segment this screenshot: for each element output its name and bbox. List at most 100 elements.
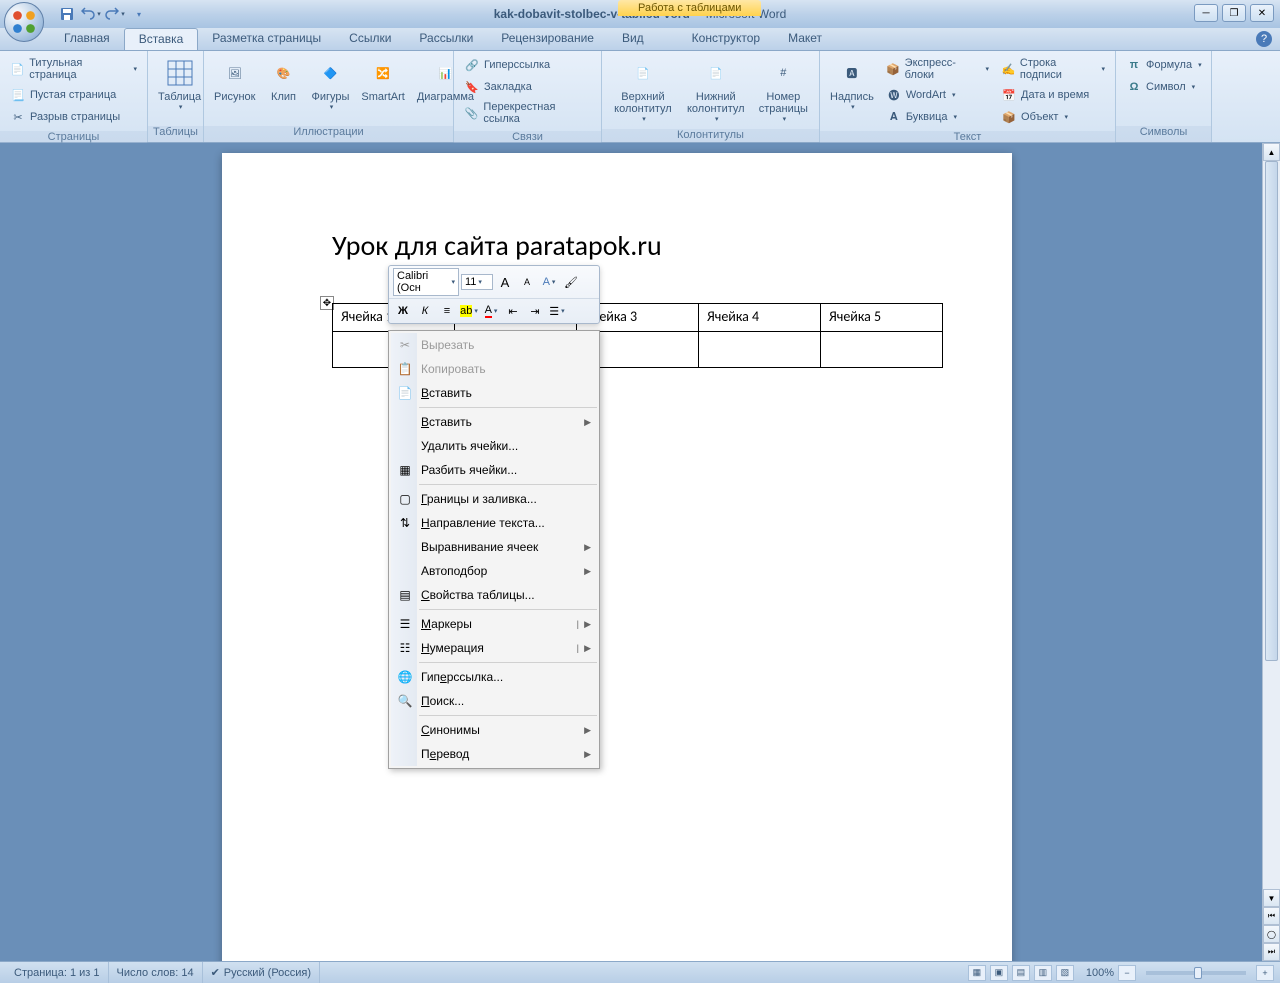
table-cell[interactable] bbox=[821, 332, 943, 368]
office-button[interactable] bbox=[4, 2, 44, 42]
ctx-paste[interactable]: 📄Вставить bbox=[391, 381, 597, 405]
shapes-button[interactable]: 🔷Фигуры▾ bbox=[308, 55, 354, 113]
zoom-in-button[interactable]: + bbox=[1256, 965, 1274, 981]
ctx-borders[interactable]: ▢Границы и заливка... bbox=[391, 487, 597, 511]
tab-mailings[interactable]: Рассылки bbox=[405, 28, 487, 50]
textbox-button[interactable]: 🅰Надпись▾ bbox=[826, 55, 878, 113]
scroll-thumb[interactable] bbox=[1265, 161, 1278, 661]
view-outline[interactable]: ▥ bbox=[1034, 965, 1052, 981]
smartart-button[interactable]: 🔀SmartArt bbox=[357, 55, 408, 105]
format-painter-button[interactable]: 🖌 bbox=[561, 272, 581, 292]
redo-button[interactable]: ▾ bbox=[104, 3, 126, 25]
ctx-alignment[interactable]: Выравнивание ячеек▶ bbox=[391, 535, 597, 559]
hyperlink-button[interactable]: 🔗Гиперссылка bbox=[460, 55, 595, 75]
ctx-table-props[interactable]: ▤Свойства таблицы... bbox=[391, 583, 597, 607]
status-words[interactable]: Число слов: 14 bbox=[109, 962, 203, 983]
scroll-down-button[interactable]: ▼ bbox=[1263, 889, 1280, 907]
font-color-button[interactable]: A▾ bbox=[481, 301, 501, 321]
tab-references[interactable]: Ссылки bbox=[335, 28, 405, 50]
picture-button[interactable]: 🖼Рисунок bbox=[210, 55, 260, 105]
bookmark-button[interactable]: 🔖Закладка bbox=[460, 77, 595, 97]
table-cell[interactable]: Ячейка 5 bbox=[821, 304, 943, 332]
object-icon: 📦 bbox=[1001, 109, 1017, 125]
zoom-out-button[interactable]: − bbox=[1118, 965, 1136, 981]
object-button[interactable]: 📦Объект▾ bbox=[997, 107, 1109, 127]
zoom-slider[interactable] bbox=[1146, 971, 1246, 975]
styles-button[interactable]: A▾ bbox=[539, 272, 559, 292]
page-break-button[interactable]: ✂Разрыв страницы bbox=[6, 107, 141, 127]
window-controls: ─ ❐ ✕ bbox=[1194, 4, 1274, 22]
prev-page-button[interactable]: ⏮ bbox=[1263, 907, 1280, 925]
center-button[interactable]: ≡ bbox=[437, 301, 457, 321]
table-cell[interactable] bbox=[699, 332, 821, 368]
ctx-split-cells[interactable]: ▦Разбить ячейки... bbox=[391, 458, 597, 482]
minimize-button[interactable]: ─ bbox=[1194, 4, 1218, 22]
tab-review[interactable]: Рецензирование bbox=[487, 28, 608, 50]
ctx-bullets[interactable]: ☰Маркеры|▶ bbox=[391, 612, 597, 636]
equation-button[interactable]: πФормула▾ bbox=[1122, 55, 1206, 75]
ctx-autofit[interactable]: Автоподбор▶ bbox=[391, 559, 597, 583]
table-cell[interactable]: Ячейка 4 bbox=[699, 304, 821, 332]
symbol-button[interactable]: ΩСимвол▾ bbox=[1122, 77, 1206, 97]
page[interactable]: Урок для сайта paratapok.ru ✥ Ячейка 1 Я… bbox=[222, 153, 1012, 961]
ctx-synonyms[interactable]: Синонимы▶ bbox=[391, 718, 597, 742]
ctx-numbering[interactable]: ☷Нумерация|▶ bbox=[391, 636, 597, 660]
grow-font-button[interactable]: A bbox=[495, 272, 515, 292]
bold-button[interactable]: Ж bbox=[393, 301, 413, 321]
view-draft[interactable]: ▧ bbox=[1056, 965, 1074, 981]
ribbon-tabs: Главная Вставка Разметка страницы Ссылки… bbox=[0, 28, 1280, 51]
quickparts-button[interactable]: 📦Экспресс-блоки▾ bbox=[882, 55, 993, 83]
title-bar: ▾ ▾ ▾ kak-dobavit-stolbec-v-tablicu-vord… bbox=[0, 0, 1280, 28]
datetime-button[interactable]: 📅Дата и время bbox=[997, 85, 1109, 105]
help-button[interactable]: ? bbox=[1256, 31, 1272, 47]
close-button[interactable]: ✕ bbox=[1250, 4, 1274, 22]
tab-design[interactable]: Конструктор bbox=[678, 28, 774, 50]
cover-page-button[interactable]: 📄Титульная страница▾ bbox=[6, 55, 141, 83]
wordart-button[interactable]: 🅦WordArt▾ bbox=[882, 85, 993, 105]
shrink-font-button[interactable]: A bbox=[517, 272, 537, 292]
qat-customize[interactable]: ▾ bbox=[128, 3, 150, 25]
ctx-text-direction[interactable]: ⇅Направление текста... bbox=[391, 511, 597, 535]
header-button[interactable]: 📄Верхний колонтитул▾ bbox=[608, 55, 678, 125]
ctx-translate[interactable]: Перевод▶ bbox=[391, 742, 597, 766]
vertical-scrollbar[interactable]: ▲ ▼ ⏮ ◯ ⏭ bbox=[1262, 143, 1280, 961]
scroll-up-button[interactable]: ▲ bbox=[1263, 143, 1280, 161]
size-combo[interactable]: 11▾ bbox=[461, 274, 493, 290]
ctx-lookup[interactable]: 🔍Поиск... bbox=[391, 689, 597, 713]
save-button[interactable] bbox=[56, 3, 78, 25]
document-heading[interactable]: Урок для сайта paratapok.ru bbox=[332, 228, 662, 263]
tab-insert[interactable]: Вставка bbox=[124, 28, 199, 50]
view-print-layout[interactable]: ▦ bbox=[968, 965, 986, 981]
tab-home[interactable]: Главная bbox=[50, 28, 124, 50]
italic-button[interactable]: К bbox=[415, 301, 435, 321]
view-web[interactable]: ▤ bbox=[1012, 965, 1030, 981]
sigline-button[interactable]: ✍Строка подписи▾ bbox=[997, 55, 1109, 83]
table-button[interactable]: Таблица▾ bbox=[154, 55, 205, 113]
restore-button[interactable]: ❐ bbox=[1222, 4, 1246, 22]
tab-view[interactable]: Вид bbox=[608, 28, 658, 50]
dropcap-button[interactable]: 𝐀Буквица▾ bbox=[882, 107, 993, 127]
font-combo[interactable]: Calibri (Осн▾ bbox=[393, 268, 459, 296]
tab-layout[interactable]: Макет bbox=[774, 28, 836, 50]
increase-indent-button[interactable]: ⇥ bbox=[525, 301, 545, 321]
status-language[interactable]: ✔Русский (Россия) bbox=[203, 962, 321, 983]
undo-button[interactable]: ▾ bbox=[80, 3, 102, 25]
footer-button[interactable]: 📄Нижний колонтитул▾ bbox=[682, 55, 750, 125]
zoom-level[interactable]: 100% bbox=[1086, 967, 1114, 979]
status-page[interactable]: Страница: 1 из 1 bbox=[6, 962, 109, 983]
crossref-button[interactable]: 📎Перекрестная ссылка bbox=[460, 99, 595, 127]
decrease-indent-button[interactable]: ⇤ bbox=[503, 301, 523, 321]
blank-page-button[interactable]: 📃Пустая страница bbox=[6, 85, 141, 105]
ctx-hyperlink[interactable]: 🌐Гиперссылка... bbox=[391, 665, 597, 689]
ctx-insert[interactable]: Вставить▶ bbox=[391, 410, 597, 434]
highlight-button[interactable]: ab▾ bbox=[459, 301, 479, 321]
tab-page-layout[interactable]: Разметка страницы bbox=[198, 28, 335, 50]
pagenum-button[interactable]: #Номер страницы▾ bbox=[754, 55, 813, 125]
next-page-button[interactable]: ⏭ bbox=[1263, 943, 1280, 961]
bullets-mini-button[interactable]: ☰▾ bbox=[547, 301, 567, 321]
clip-button[interactable]: 🎨Клип bbox=[264, 55, 304, 105]
view-full-screen[interactable]: ▣ bbox=[990, 965, 1008, 981]
zoom-slider-thumb[interactable] bbox=[1194, 967, 1202, 979]
ctx-delete-cells[interactable]: Удалить ячейки... bbox=[391, 434, 597, 458]
browse-object-button[interactable]: ◯ bbox=[1263, 925, 1280, 943]
